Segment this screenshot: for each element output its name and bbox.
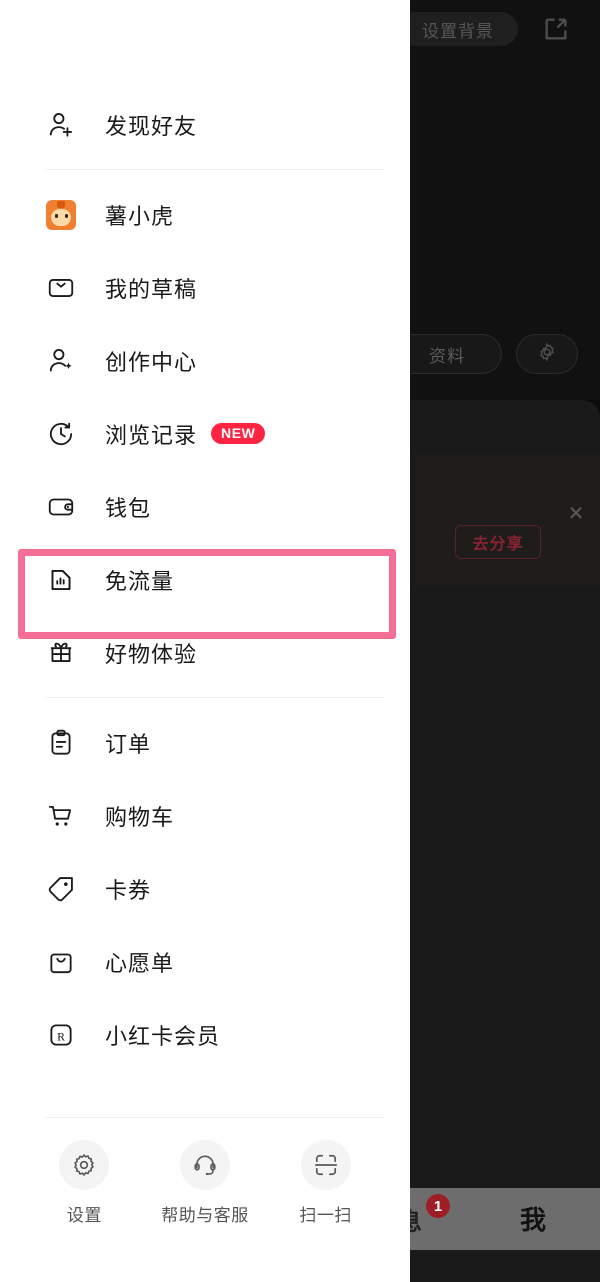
menu-item-product-trial[interactable]: 好物体验 [0, 616, 410, 689]
footer-action-label: 扫一扫 [299, 1206, 352, 1225]
menu-item-label: 卡券 [105, 877, 152, 903]
gear-icon [536, 341, 558, 368]
menu-item-creator-center[interactable]: 创作中心 [0, 324, 410, 397]
messages-badge: 1 [426, 1194, 450, 1218]
menu-item-label: 免流量 [105, 568, 175, 594]
side-drawer: 发现好友 薯小虎 我的草稿 创作中心 浏览记录 NEW 钱包 免流量 好物体验 … [0, 0, 410, 1282]
close-icon[interactable]: ✕ [566, 504, 586, 524]
menu-item-shopping-cart[interactable]: 购物车 [0, 779, 410, 852]
menu-item-label: 薯小虎 [105, 203, 175, 229]
gift-icon [45, 637, 77, 669]
drawer-divider-1 [45, 169, 385, 170]
footer-action-settings[interactable]: 设置 [29, 1140, 139, 1226]
sim-card-signal-icon [45, 564, 77, 596]
menu-item-label: 发现好友 [105, 113, 198, 139]
user-sparkle-icon [45, 345, 77, 377]
drawer-divider-2 [45, 697, 385, 698]
tiger-avatar-icon [45, 199, 77, 231]
go-share-button[interactable]: 去分享 [455, 525, 541, 559]
footer-action-label: 设置 [66, 1206, 102, 1225]
menu-item-label: 好物体验 [105, 641, 198, 667]
menu-item-wishlist[interactable]: 心愿单 [0, 925, 410, 998]
new-badge: NEW [211, 423, 266, 444]
tab-me[interactable]: 我 [520, 1200, 546, 1237]
menu-item-shuxiaohu[interactable]: 薯小虎 [0, 178, 410, 251]
r-card-membership-icon: R [45, 1019, 77, 1051]
menu-item-wallet[interactable]: 钱包 [0, 470, 410, 543]
tab-me-label: 我 [520, 1205, 547, 1235]
menu-item-label: 订单 [105, 731, 152, 757]
user-plus-icon [45, 109, 77, 141]
drawer-menu-list: 发现好友 薯小虎 我的草稿 创作中心 浏览记录 NEW 钱包 免流量 好物体验 … [0, 88, 410, 1071]
history-clock-icon [45, 418, 77, 450]
menu-item-coupons[interactable]: 卡券 [0, 852, 410, 925]
svg-text:R: R [57, 1030, 65, 1043]
edit-profile-label: 资料 [429, 346, 465, 366]
gear-icon [59, 1140, 110, 1190]
menu-item-label: 钱包 [105, 495, 152, 521]
footer-action-label: 帮助与客服 [161, 1206, 249, 1225]
coupon-tag-icon [45, 873, 77, 905]
set-background-label: 设置背景 [422, 21, 494, 41]
menu-item-label: 创作中心 [105, 349, 198, 375]
backdrop-settings-button[interactable] [516, 334, 578, 374]
menu-item-orders[interactable]: 订单 [0, 706, 410, 779]
headset-icon [179, 1140, 230, 1190]
footer-action-scan[interactable]: 扫一扫 [271, 1140, 381, 1226]
messages-badge-count: 1 [433, 1197, 443, 1215]
menu-item-free-data[interactable]: 免流量 [0, 543, 410, 616]
go-share-label: 去分享 [472, 536, 524, 553]
drawer-divider-3 [45, 1117, 385, 1118]
inbox-icon [45, 272, 77, 304]
menu-item-label: 购物车 [105, 804, 175, 830]
menu-item-my-drafts[interactable]: 我的草稿 [0, 251, 410, 324]
menu-item-label: 小红卡会员 [105, 1023, 221, 1049]
menu-item-label: 浏览记录 [105, 422, 198, 448]
external-link-icon[interactable] [540, 13, 572, 45]
drawer-footer-actions: 设置 帮助与客服 扫一扫 [0, 1140, 410, 1226]
scan-icon [300, 1140, 351, 1190]
menu-item-discover-friends[interactable]: 发现好友 [0, 88, 410, 161]
wishlist-bag-icon [45, 946, 77, 978]
set-background-button[interactable]: 设置背景 [398, 12, 518, 46]
wallet-icon [45, 491, 77, 523]
phone-screen: 设置背景 资料 去分享 ✕ 息 1 我 发现好友 薯小虎 我的草稿 创作中心 浏… [0, 0, 600, 1282]
footer-action-help[interactable]: 帮助与客服 [150, 1140, 260, 1226]
clipboard-list-icon [45, 727, 77, 759]
menu-item-browsing-history[interactable]: 浏览记录 NEW [0, 397, 410, 470]
menu-item-red-card-membership[interactable]: R 小红卡会员 [0, 998, 410, 1071]
menu-item-label: 心愿单 [105, 950, 175, 976]
menu-item-label: 我的草稿 [105, 276, 198, 302]
shopping-cart-icon [45, 800, 77, 832]
